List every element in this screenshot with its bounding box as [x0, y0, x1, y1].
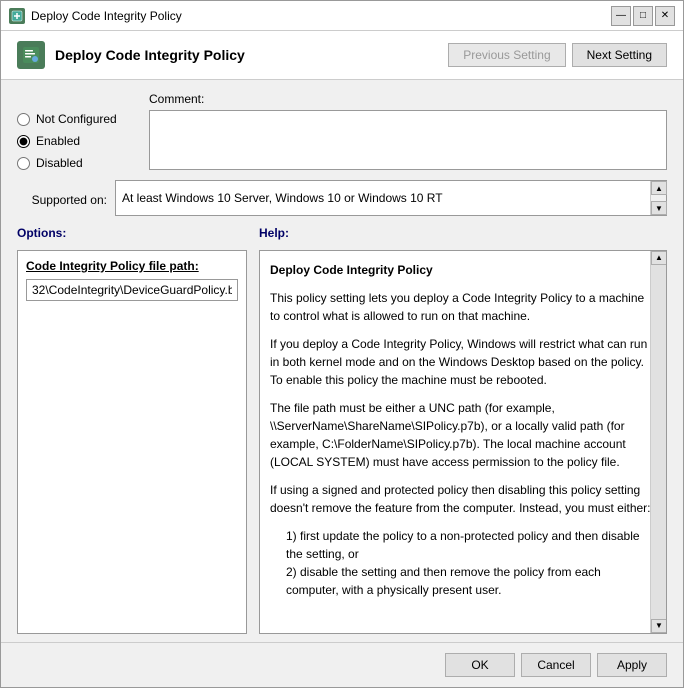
bottom-section: Options: Code Integrity Policy file path… — [17, 226, 667, 634]
header-bar: Deploy Code Integrity Policy Previous Se… — [1, 31, 683, 80]
disabled-option[interactable]: Disabled — [17, 156, 137, 170]
close-button[interactable]: ✕ — [655, 6, 675, 26]
help-para-5: 1) first update the policy to a non-prot… — [286, 527, 656, 599]
help-scroll-down[interactable]: ▼ — [651, 619, 667, 633]
comment-section: Comment: — [149, 92, 667, 170]
help-panel: Help: Deploy Code Integrity Policy This … — [259, 226, 667, 634]
window-controls: — □ ✕ — [611, 6, 675, 26]
help-heading: Deploy Code Integrity Policy — [270, 261, 656, 279]
header-title: Deploy Code Integrity Policy — [55, 47, 245, 63]
disabled-radio[interactable] — [17, 157, 30, 170]
help-title: Help: — [259, 226, 667, 240]
footer: OK Cancel Apply — [1, 642, 683, 687]
supported-value: At least Windows 10 Server, Windows 10 o… — [122, 191, 443, 205]
minimize-button[interactable]: — — [611, 6, 631, 26]
not-configured-radio[interactable] — [17, 113, 30, 126]
enabled-option[interactable]: Enabled — [17, 134, 137, 148]
options-box: Code Integrity Policy file path: — [17, 250, 247, 634]
options-title: Options: — [17, 226, 247, 240]
content-area: Not Configured Enabled Disabled Comment:… — [1, 80, 683, 642]
help-para-4: If using a signed and protected policy t… — [270, 481, 656, 517]
disabled-label: Disabled — [36, 156, 83, 170]
top-section: Not Configured Enabled Disabled Comment: — [17, 92, 667, 170]
window-icon — [9, 8, 25, 24]
header-left: Deploy Code Integrity Policy — [17, 41, 245, 69]
title-bar: Deploy Code Integrity Policy — □ ✕ — [1, 1, 683, 31]
scroll-down-arrow[interactable]: ▼ — [651, 201, 667, 215]
next-setting-button[interactable]: Next Setting — [572, 43, 667, 67]
help-scroll-up[interactable]: ▲ — [651, 251, 667, 265]
file-path-input[interactable] — [26, 279, 238, 301]
options-panel: Options: Code Integrity Policy file path… — [17, 226, 247, 634]
help-para-3: The file path must be either a UNC path … — [270, 399, 656, 471]
cancel-button[interactable]: Cancel — [521, 653, 591, 677]
scroll-up-arrow[interactable]: ▲ — [651, 181, 667, 195]
previous-setting-button[interactable]: Previous Setting — [448, 43, 565, 67]
enabled-label: Enabled — [36, 134, 80, 148]
window-title: Deploy Code Integrity Policy — [31, 9, 611, 23]
maximize-button[interactable]: □ — [633, 6, 653, 26]
header-buttons: Previous Setting Next Setting — [448, 43, 667, 67]
help-box[interactable]: Deploy Code Integrity Policy This policy… — [259, 250, 667, 634]
header-icon — [17, 41, 45, 69]
not-configured-option[interactable]: Not Configured — [17, 112, 137, 126]
file-path-label: Code Integrity Policy file path: — [26, 259, 238, 273]
comment-label: Comment: — [149, 92, 667, 106]
help-para-1: This policy setting lets you deploy a Co… — [270, 289, 656, 325]
main-window: Deploy Code Integrity Policy — □ ✕ Deplo… — [0, 0, 684, 688]
supported-row: Supported on: At least Windows 10 Server… — [17, 180, 667, 216]
enabled-radio[interactable] — [17, 135, 30, 148]
apply-button[interactable]: Apply — [597, 653, 667, 677]
help-para-2: If you deploy a Code Integrity Policy, W… — [270, 335, 656, 389]
supported-scrollbar: ▲ ▼ — [650, 181, 666, 215]
ok-button[interactable]: OK — [445, 653, 515, 677]
comment-textarea[interactable] — [149, 110, 667, 170]
supported-label: Supported on: — [17, 189, 107, 207]
help-scrollbar: ▲ ▼ — [650, 251, 666, 633]
not-configured-label: Not Configured — [36, 112, 117, 126]
radio-group: Not Configured Enabled Disabled — [17, 92, 137, 170]
